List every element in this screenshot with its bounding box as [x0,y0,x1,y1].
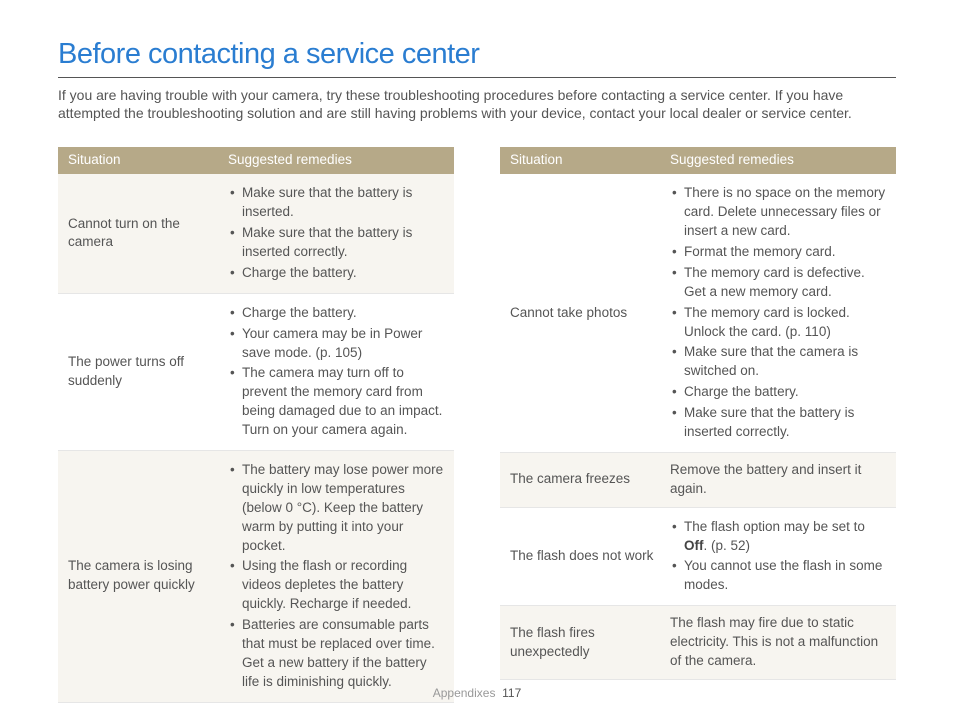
situation-cell: Cannot turn on the camera [58,174,218,293]
situation-cell: The flash fires unexpectedly [500,606,660,680]
remedies-cell: Make sure that the battery is inserted.M… [218,174,454,293]
table-row: The power turns off suddenlyCharge the b… [58,293,454,450]
left-column: Situation Suggested remedies Cannot turn… [58,147,454,702]
page-title: Before contacting a service center [58,34,896,78]
remedy-item: Charge the battery. [228,304,444,323]
situation-cell: Cannot take photos [500,174,660,452]
remedy-item: Charge the battery. [228,264,444,283]
remedy-item: Your camera may be in Power save mode. (… [228,325,444,363]
page-number: 117 [502,686,521,700]
table-row: Cannot take photosThere is no space on t… [500,174,896,452]
th-remedies: Suggested remedies [660,147,896,174]
remedy-item: You cannot use the flash in some modes. [670,557,886,595]
situation-cell: The camera freezes [500,452,660,507]
remedy-item: Batteries are consumable parts that must… [228,616,444,692]
situation-cell: The camera is losing battery power quick… [58,450,218,702]
remedy-item: Make sure that the battery is inserted. [228,184,444,222]
th-remedies: Suggested remedies [218,147,454,174]
remedy-item: The memory card is locked. Unlock the ca… [670,304,886,342]
right-column: Situation Suggested remedies Cannot take… [500,147,896,702]
remedy-item: The camera may turn off to prevent the m… [228,364,444,440]
intro-text: If you are having trouble with your came… [58,86,896,124]
columns: Situation Suggested remedies Cannot turn… [58,147,896,702]
table-row: The flash does not work The flash option … [500,507,896,606]
troubleshoot-table-left: Situation Suggested remedies Cannot turn… [58,147,454,702]
remedies-cell: Remove the battery and insert it again. [660,452,896,507]
remedy-item: There is no space on the memory card. De… [670,184,886,241]
table-row: The camera is losing battery power quick… [58,450,454,702]
table-row: The flash fires unexpectedlyThe flash ma… [500,606,896,680]
remedies-cell: There is no space on the memory card. De… [660,174,896,452]
remedy-item: Make sure that the camera is switched on… [670,343,886,381]
remedy-item: The battery may lose power more quickly … [228,461,444,555]
page-footer: Appendixes 117 [0,685,954,702]
remedy-item: Charge the battery. [670,383,886,402]
remedy-item: The flash option may be set to Off. (p. … [670,518,886,556]
remedy-item: Using the flash or recording videos depl… [228,557,444,614]
troubleshoot-table-right: Situation Suggested remedies Cannot take… [500,147,896,679]
remedy-item: The memory card is defective. Get a new … [670,264,886,302]
remedies-cell: Charge the battery. Your camera may be in… [218,293,454,450]
situation-cell: The power turns off suddenly [58,293,218,450]
th-situation: Situation [58,147,218,174]
remedies-cell: The flash option may be set to Off. (p. … [660,507,896,606]
th-situation: Situation [500,147,660,174]
table-row: Cannot turn on the cameraMake sure that … [58,174,454,293]
situation-cell: The flash does not work [500,507,660,606]
remedy-item: Format the memory card. [670,243,886,262]
table-row: The camera freezesRemove the battery and… [500,452,896,507]
remedy-item: Make sure that the battery is inserted c… [670,404,886,442]
footer-section: Appendixes [433,686,496,700]
remedies-cell: The battery may lose power more quickly … [218,450,454,702]
remedy-item: Make sure that the battery is inserted c… [228,224,444,262]
remedies-cell: The flash may fire due to static electri… [660,606,896,680]
